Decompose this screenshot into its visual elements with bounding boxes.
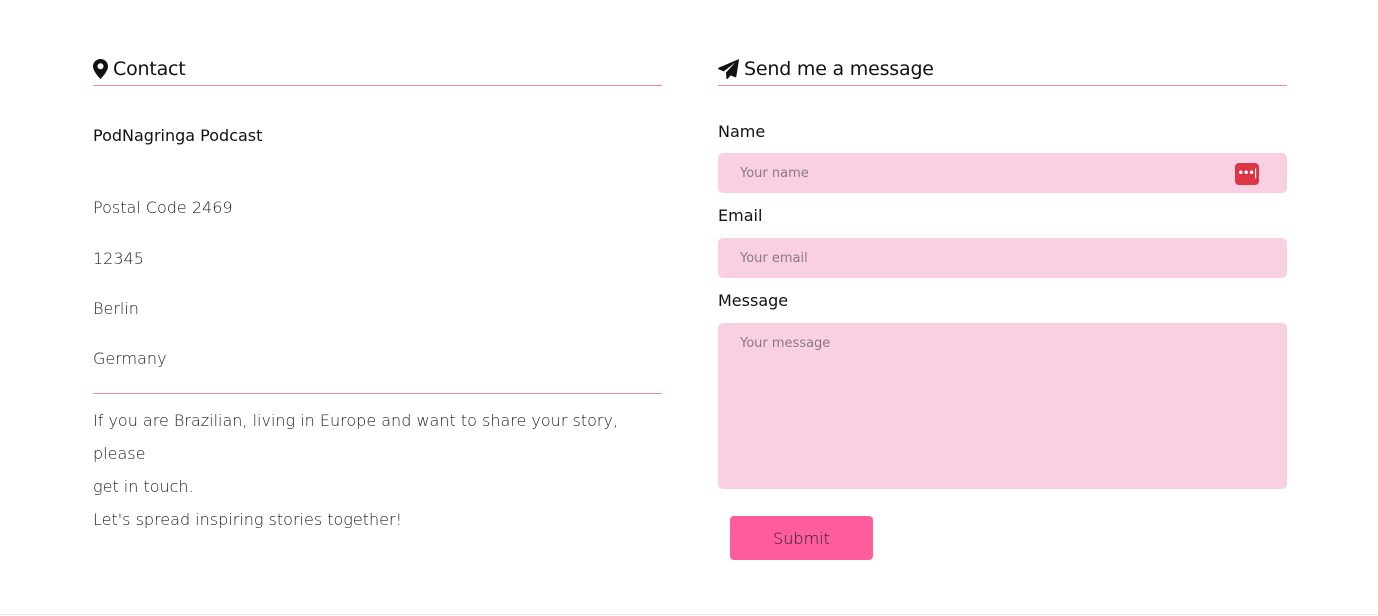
password-manager-icon[interactable]: •••| <box>1235 163 1259 185</box>
message-form-heading: Send me a message <box>718 54 1287 86</box>
address-zip: 12345 <box>93 249 144 268</box>
contact-section: Contact PodNagringa Podcast Postal Code … <box>93 54 662 529</box>
submit-button[interactable]: Submit <box>730 516 873 560</box>
contact-divider <box>93 393 662 394</box>
contact-note: If you are Brazilian, living in Europe a… <box>93 404 662 536</box>
contact-heading: Contact <box>93 54 662 86</box>
note-line: get in touch. <box>93 477 194 496</box>
message-form-title: Send me a message <box>744 58 934 80</box>
contact-title: Contact <box>113 58 186 80</box>
address-country: Germany <box>93 349 167 368</box>
message-label: Message <box>718 291 789 310</box>
email-label: Email <box>718 206 763 225</box>
map-marker-icon <box>93 59 108 79</box>
note-line: Let's spread inspiring stories together! <box>93 510 402 529</box>
name-input[interactable] <box>718 153 1287 193</box>
address-postal-code: Postal Code 2469 <box>93 198 233 217</box>
note-line: If you are Brazilian, living in Europe a… <box>93 411 619 463</box>
address-city: Berlin <box>93 299 139 318</box>
footer-divider <box>0 614 1378 615</box>
email-input[interactable] <box>718 238 1287 278</box>
message-form-section: Send me a message Name •••| Email Messag… <box>718 54 1287 560</box>
message-textarea[interactable] <box>718 323 1287 489</box>
paper-plane-icon <box>718 59 739 79</box>
name-label: Name <box>718 122 766 141</box>
organization-name: PodNagringa Podcast <box>93 126 263 145</box>
